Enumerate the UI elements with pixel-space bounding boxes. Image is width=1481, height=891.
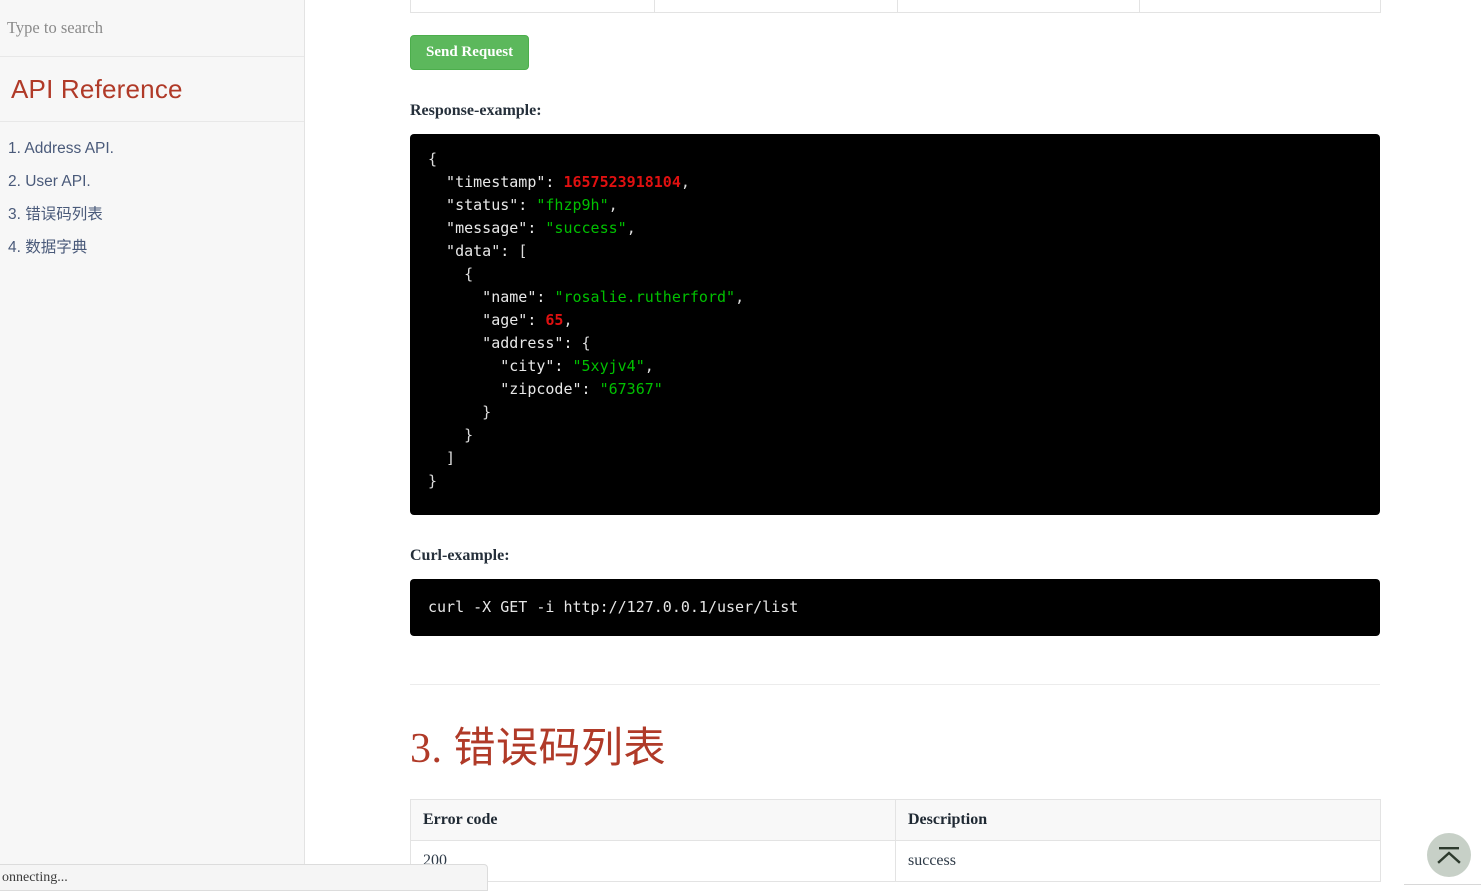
sidebar-nav: 1. Address API. 2. User API. 3. 错误码列表 4.… [0,122,304,264]
code-token: } [428,403,492,421]
code-token: "message": [428,219,546,237]
param-name-cell: └─zipcode [410,0,655,13]
error-description-cell: success [895,840,1381,882]
browser-page: API Reference 1. Address API. 2. User AP… [0,0,1481,891]
code-token: ] [428,449,456,467]
code-token: [ [518,242,528,260]
bottom-divider [1404,884,1481,885]
code-token: "success" [545,219,627,237]
search-input[interactable] [7,18,297,38]
sidebar-item-error-codes[interactable]: 3. 错误码列表 [0,198,304,231]
table-row: └─zipcode string zip code. - [410,0,1381,13]
code-token: "age": [428,311,546,329]
code-token: , [680,173,690,191]
table-row: 200 success [410,840,1381,882]
column-header-error-code: Error code [410,799,896,841]
code-token: 1657523918104 [563,173,681,191]
response-example-label: Response-example: [410,102,542,119]
brand-container: API Reference [0,57,304,122]
code-token: , [644,357,654,375]
code-token: { [428,265,474,283]
param-type-cell: string [654,0,898,13]
code-token: "status": [428,196,537,214]
scroll-to-top-button[interactable] [1427,833,1471,877]
response-example-code-block: { "timestamp": 1657523918104, "status": … [410,134,1380,515]
status-bar-text: onnecting... [2,869,68,885]
scroll-to-top-icon [1436,844,1462,866]
page-title: 3. 错误码列表 [410,726,667,772]
sidebar-item-label[interactable]: 3. 错误码列表 [0,198,304,231]
code-token: { [581,334,591,352]
code-token: "timestamp": [428,173,564,191]
code-token: } [428,472,438,490]
status-bar[interactable]: onnecting... [0,864,488,891]
curl-command-text: curl -X GET -i http://127.0.0.1/user/lis… [428,598,799,616]
sidebar-item-address-api[interactable]: 1. Address API. [0,132,304,165]
code-token: , [626,219,636,237]
curl-example-code-block: curl -X GET -i http://127.0.0.1/user/lis… [410,579,1380,636]
sidebar-item-user-api[interactable]: 2. User API. [0,165,304,198]
code-token: , [563,311,573,329]
send-request-button[interactable]: Send Request [410,35,530,70]
code-token: "5xyjv4" [572,357,645,375]
sidebar-item-label[interactable]: 2. User API. [0,165,304,198]
error-code-table: Error code Description 200 success [410,799,1381,882]
sidebar: API Reference 1. Address API. 2. User AP… [0,0,305,891]
code-token: "rosalie.rutherford" [554,288,736,306]
param-description-cell: zip code. [897,0,1140,13]
code-token: "address": [428,334,582,352]
code-token: "data": [428,242,519,260]
code-token: 65 [545,311,564,329]
sidebar-item-label[interactable]: 1. Address API. [0,132,304,165]
sidebar-item-label[interactable]: 4. 数据字典 [0,231,304,264]
param-extra-cell: - [1139,0,1381,13]
curl-example-label: Curl-example: [410,547,510,564]
code-token: "city": [428,357,573,375]
sidebar-item-data-dictionary[interactable]: 4. 数据字典 [0,231,304,264]
section-divider [410,684,1380,685]
brand-title: API Reference [11,73,183,104]
code-token: "fhzp9h" [536,196,609,214]
parameter-table: └─zipcode string zip code. - [410,0,1381,13]
code-token: { [428,150,438,168]
search-container [0,0,304,57]
code-token: "67367" [599,380,663,398]
code-token: , [608,196,618,214]
code-token: "name": [428,288,555,306]
parameter-table-container: └─zipcode string zip code. - [410,0,1381,13]
code-token: } [428,426,474,444]
code-token: , [735,288,745,306]
code-token: "zipcode": [428,380,600,398]
main-content: └─zipcode string zip code. - Send Reques… [305,0,1481,891]
table-header-row: Error code Description [410,799,1381,841]
column-header-description: Description [895,799,1381,841]
